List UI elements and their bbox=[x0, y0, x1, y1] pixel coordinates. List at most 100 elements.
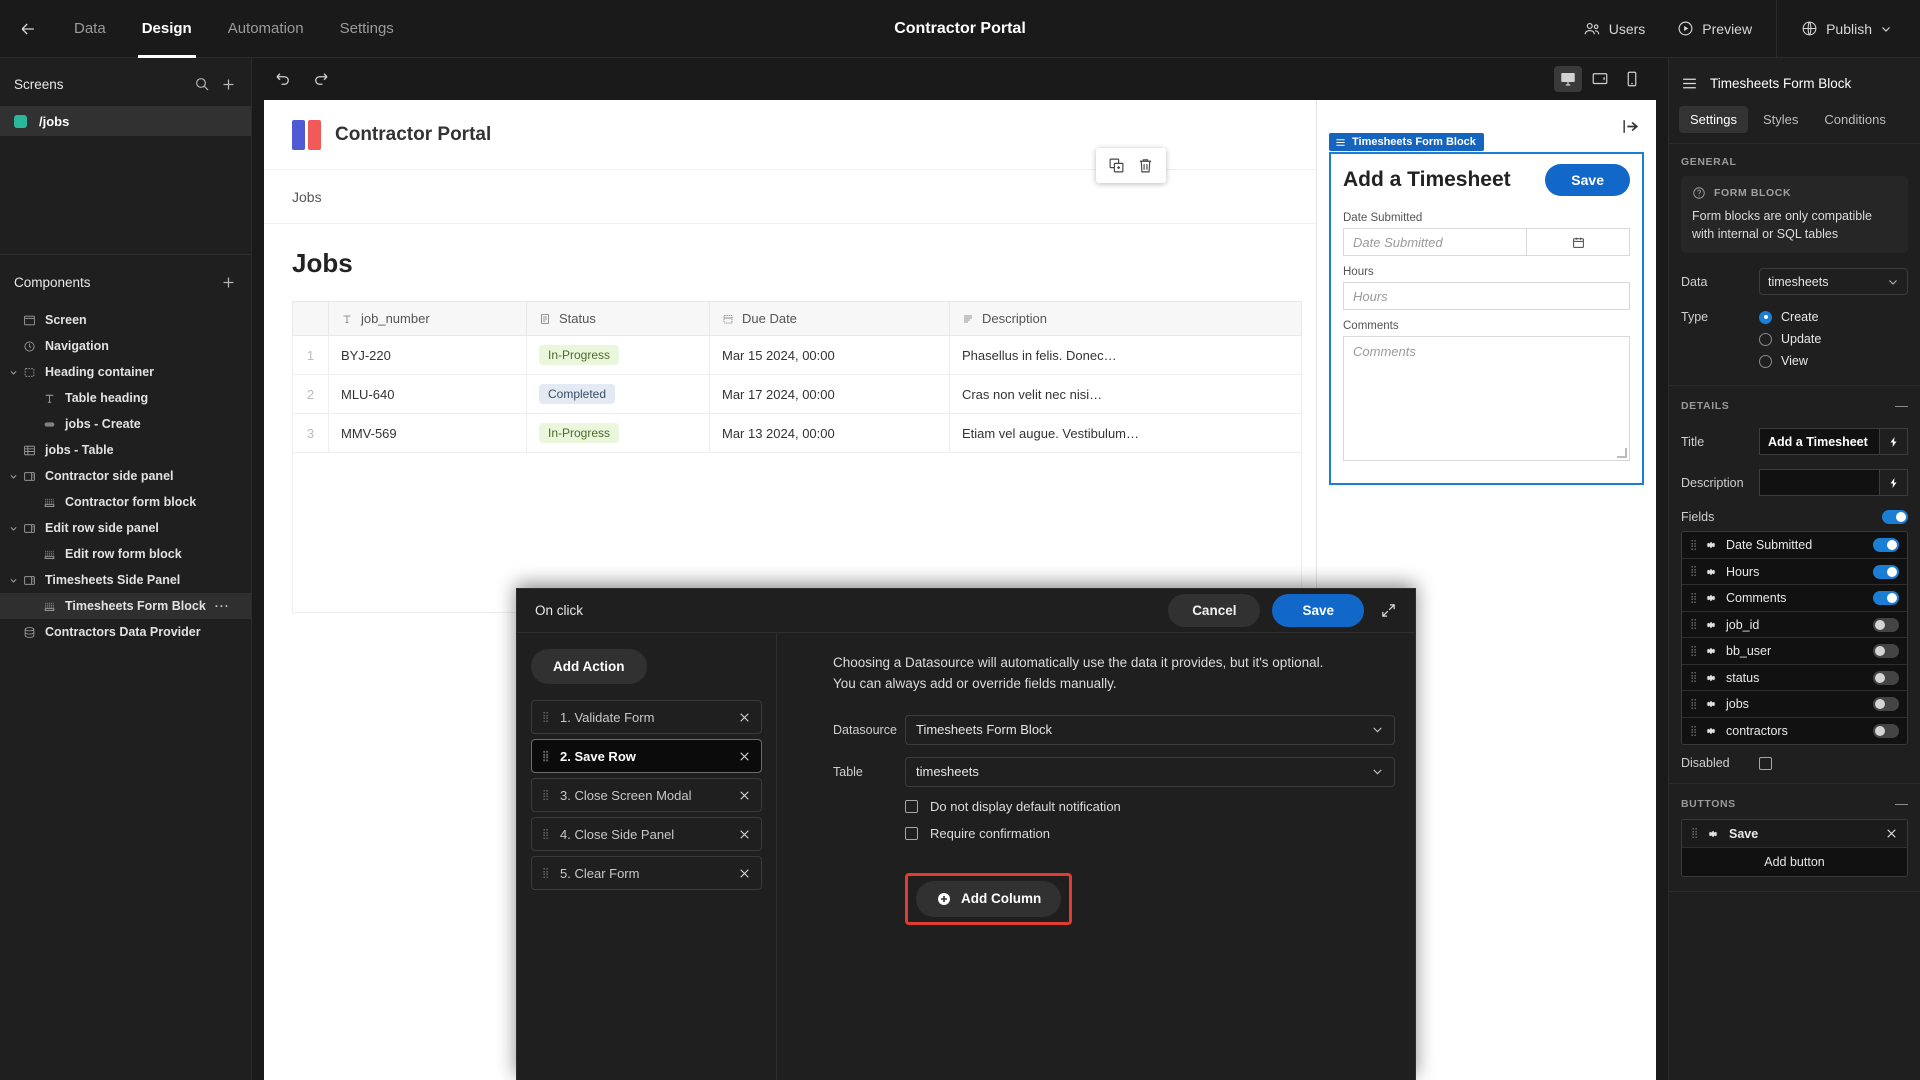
tree-item-contractors-data-provider[interactable]: Contractors Data Provider bbox=[0, 619, 251, 645]
expand-icon[interactable] bbox=[1380, 602, 1397, 619]
table-row[interactable]: 3 MMV-569 In-Progress Mar 13 2024, 00:00 Eti… bbox=[292, 413, 1303, 453]
column-header-job-number[interactable]: job_number bbox=[328, 301, 527, 336]
drag-handle-icon[interactable]: ⣿ bbox=[1690, 567, 1697, 577]
action-item-1[interactable]: ⣿ 1. Validate Form bbox=[531, 700, 762, 734]
drag-handle-icon[interactable]: ⣿ bbox=[1690, 540, 1697, 550]
remove-action-icon[interactable] bbox=[738, 789, 751, 802]
type-option-update[interactable]: Update bbox=[1759, 328, 1821, 350]
save-button[interactable]: Save bbox=[1272, 594, 1364, 627]
delete-icon[interactable] bbox=[1137, 157, 1154, 174]
drag-handle-icon[interactable]: ⣿ bbox=[542, 751, 549, 761]
tree-item-edit-row-form-block[interactable]: Edit row form block bbox=[0, 541, 251, 567]
field-toggle[interactable] bbox=[1873, 644, 1899, 658]
require-confirmation-checkbox-row[interactable]: Require confirmation bbox=[905, 826, 1395, 841]
details-collapse-icon[interactable]: — bbox=[1895, 398, 1908, 413]
gear-icon[interactable] bbox=[1705, 698, 1717, 710]
mobile-icon[interactable] bbox=[1618, 66, 1646, 92]
table-select[interactable]: timesheets bbox=[905, 756, 1395, 787]
drag-handle-icon[interactable]: ⣿ bbox=[1690, 646, 1697, 656]
field-toggle[interactable] bbox=[1873, 591, 1899, 605]
datasource-select[interactable]: Timesheets Form Block bbox=[905, 714, 1395, 745]
nav-link-jobs[interactable]: Jobs bbox=[292, 189, 322, 205]
duplicate-icon[interactable] bbox=[1108, 157, 1125, 174]
field-row-status[interactable]: ⣿ status bbox=[1682, 664, 1907, 692]
chevron-down-icon[interactable] bbox=[6, 368, 20, 377]
field-toggle[interactable] bbox=[1873, 538, 1899, 552]
form-save-button[interactable]: Save bbox=[1545, 164, 1630, 196]
action-item-4[interactable]: ⣿ 4. Close Side Panel bbox=[531, 817, 762, 851]
tree-item-table-heading[interactable]: Table heading bbox=[0, 385, 251, 411]
remove-button-icon[interactable] bbox=[1885, 827, 1898, 840]
gear-icon[interactable] bbox=[1705, 566, 1717, 578]
drag-handle-icon[interactable]: ⣿ bbox=[542, 829, 549, 839]
field-row-date-submitted[interactable]: ⣿ Date Submitted bbox=[1682, 532, 1907, 559]
remove-action-icon[interactable] bbox=[738, 750, 751, 763]
tree-item-jobs-table[interactable]: jobs - Table bbox=[0, 437, 251, 463]
remove-action-icon[interactable] bbox=[738, 867, 751, 880]
drag-handle-icon[interactable]: ⣿ bbox=[1690, 593, 1697, 603]
tab-settings-panel[interactable]: Settings bbox=[1679, 106, 1748, 133]
tree-item-contractor-form-block[interactable]: Contractor form block bbox=[0, 489, 251, 515]
title-input[interactable]: Add a Timesheet bbox=[1759, 428, 1880, 456]
tree-item-edit-row-side-panel[interactable]: Edit row side panel bbox=[0, 515, 251, 541]
gear-icon[interactable] bbox=[1705, 619, 1717, 631]
tree-item-more-icon[interactable]: ··· bbox=[215, 599, 230, 613]
timesheets-form-block[interactable]: Timesheets Form Block Add a Timesheet Sa… bbox=[1329, 133, 1644, 485]
tab-conditions-panel[interactable]: Conditions bbox=[1813, 106, 1896, 133]
field-row-contractors[interactable]: ⣿ contractors bbox=[1682, 717, 1907, 745]
chevron-down-icon[interactable] bbox=[6, 524, 20, 533]
no-notification-checkbox-row[interactable]: Do not display default notification bbox=[905, 799, 1395, 814]
field-toggle[interactable] bbox=[1873, 617, 1899, 632]
users-button[interactable]: Users bbox=[1569, 12, 1660, 46]
tree-item-timesheets-side-panel[interactable]: Timesheets Side Panel bbox=[0, 567, 251, 593]
drag-handle-icon[interactable]: ⣿ bbox=[542, 712, 549, 722]
column-header-status[interactable]: Status bbox=[526, 301, 710, 336]
description-input[interactable] bbox=[1759, 469, 1880, 497]
tree-item-contractor-side-panel[interactable]: Contractor side panel bbox=[0, 463, 251, 489]
undo-icon[interactable] bbox=[274, 70, 292, 88]
hours-input[interactable]: Hours bbox=[1343, 282, 1630, 310]
drag-handle-icon[interactable]: ⣿ bbox=[542, 790, 549, 800]
panel-menu-icon[interactable] bbox=[1681, 75, 1698, 92]
remove-action-icon[interactable] bbox=[738, 828, 751, 841]
gear-icon[interactable] bbox=[1707, 828, 1719, 840]
disabled-checkbox[interactable] bbox=[1759, 756, 1772, 770]
tree-item-jobs-create[interactable]: jobs - Create bbox=[0, 411, 251, 437]
fields-toggle[interactable] bbox=[1882, 510, 1908, 525]
add-component-icon[interactable] bbox=[220, 274, 237, 291]
add-button-button[interactable]: Add button bbox=[1682, 848, 1907, 877]
tree-item-heading-container[interactable]: Heading container bbox=[0, 359, 251, 385]
field-row-jobs[interactable]: ⣿ jobs bbox=[1682, 691, 1907, 718]
button-row-save[interactable]: ⣿ Save bbox=[1682, 820, 1907, 849]
action-item-2[interactable]: ⣿ 2. Save Row bbox=[531, 739, 762, 773]
preview-button[interactable]: Preview bbox=[1663, 12, 1766, 45]
drag-handle-icon[interactable]: ⣿ bbox=[1690, 673, 1697, 683]
remove-action-icon[interactable] bbox=[738, 711, 751, 724]
tab-data[interactable]: Data bbox=[56, 0, 124, 58]
tab-design[interactable]: Design bbox=[124, 0, 210, 58]
binding-bolt-icon[interactable] bbox=[1880, 428, 1908, 456]
redo-icon[interactable] bbox=[312, 70, 330, 88]
field-toggle[interactable] bbox=[1873, 564, 1899, 579]
data-select[interactable]: timesheets bbox=[1759, 268, 1908, 296]
field-row-hours[interactable]: ⣿ Hours bbox=[1682, 558, 1907, 586]
action-item-5[interactable]: ⣿ 5. Clear Form bbox=[531, 856, 762, 890]
drag-handle-icon[interactable]: ⣿ bbox=[542, 868, 549, 878]
drag-handle-icon[interactable]: ⣿ bbox=[1690, 699, 1697, 709]
tab-styles-panel[interactable]: Styles bbox=[1752, 106, 1809, 133]
date-submitted-input[interactable]: Date Submitted bbox=[1343, 228, 1630, 256]
gear-icon[interactable] bbox=[1705, 725, 1717, 737]
tablet-icon[interactable] bbox=[1586, 66, 1614, 92]
desktop-icon[interactable] bbox=[1554, 66, 1582, 92]
tree-item-timesheets-form-block[interactable]: Timesheets Form Block ··· bbox=[0, 593, 251, 619]
back-button[interactable] bbox=[0, 19, 56, 39]
buttons-collapse-icon[interactable]: — bbox=[1895, 796, 1908, 811]
table-row[interactable]: 1 BYJ-220 In-Progress Mar 15 2024, 00:00 Pha… bbox=[292, 335, 1303, 375]
add-action-button[interactable]: Add Action bbox=[531, 649, 647, 684]
gear-icon[interactable] bbox=[1705, 645, 1717, 657]
gear-icon[interactable] bbox=[1705, 592, 1717, 604]
field-toggle[interactable] bbox=[1873, 670, 1899, 685]
tree-item-navigation[interactable]: Navigation bbox=[0, 333, 251, 359]
field-row-job-id[interactable]: ⣿ job_id bbox=[1682, 611, 1907, 639]
column-header-due-date[interactable]: Due Date bbox=[708, 301, 950, 336]
